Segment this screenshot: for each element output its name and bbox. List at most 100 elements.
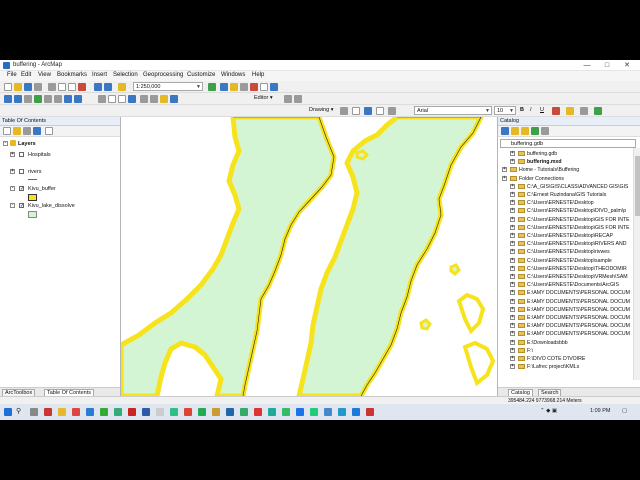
expand-toggle[interactable]: +	[510, 339, 515, 345]
app-icon[interactable]	[240, 408, 248, 416]
list-by-visibility-icon[interactable]	[23, 127, 31, 135]
edit-vertices-icon[interactable]	[388, 107, 396, 115]
bold-button[interactable]: B	[520, 107, 524, 113]
expand-toggle[interactable]: +	[510, 315, 515, 320]
notifications-icon[interactable]: ▢	[622, 408, 627, 414]
fixed-zoom-out-icon[interactable]	[54, 95, 62, 103]
app-icon[interactable]	[128, 408, 136, 416]
menu-insert[interactable]: Insert	[92, 72, 107, 78]
modelbuilder-icon[interactable]	[270, 83, 278, 91]
expand-toggle[interactable]: +	[510, 265, 515, 271]
app-icon[interactable]	[212, 408, 220, 416]
expand-toggle[interactable]: +	[510, 364, 515, 370]
font-combo[interactable]: Arial ▼	[414, 106, 492, 115]
file-explorer-icon[interactable]	[58, 408, 66, 416]
python-window-icon[interactable]	[260, 83, 268, 91]
expand-toggle[interactable]: +	[510, 282, 515, 288]
buffer-fill-symbol[interactable]	[28, 194, 37, 201]
search-window-icon[interactable]	[240, 83, 248, 91]
expand-toggle[interactable]: +	[510, 241, 515, 247]
list-by-drawing-order-icon[interactable]	[3, 127, 11, 135]
layer-rivers[interactable]: rivers	[28, 169, 41, 175]
app-icon[interactable]	[366, 408, 374, 416]
menu-file[interactable]: File	[7, 72, 17, 78]
view-icon[interactable]	[541, 127, 549, 135]
toc-window-icon[interactable]	[220, 83, 228, 91]
paste-icon[interactable]	[68, 83, 76, 91]
expand-toggle[interactable]: +	[510, 298, 515, 304]
line-color-icon[interactable]	[580, 107, 588, 115]
print-icon[interactable]	[34, 83, 42, 91]
cut-icon[interactable]	[48, 83, 56, 91]
app-icon[interactable]	[170, 408, 178, 416]
menu-customize[interactable]: Customize	[187, 72, 215, 78]
edge-icon[interactable]	[352, 408, 360, 416]
options-icon[interactable]	[45, 127, 53, 135]
expand-toggle[interactable]: +	[510, 216, 515, 222]
app-icon[interactable]	[142, 408, 150, 416]
expand-toggle[interactable]: +	[510, 347, 515, 353]
font-color-icon[interactable]	[552, 107, 560, 115]
add-data-icon[interactable]	[118, 83, 126, 91]
expand-toggle[interactable]: +	[510, 290, 515, 296]
expand-toggle[interactable]: +	[510, 224, 515, 230]
menu-view[interactable]: View	[38, 72, 51, 78]
layer-kivu-buffer[interactable]: Kivu_buffer	[28, 186, 56, 192]
expand-toggle[interactable]: +	[510, 257, 515, 263]
toggle-contents-icon[interactable]	[531, 127, 539, 135]
layers-collapse-toggle[interactable]: -	[3, 141, 8, 146]
expand-toggle[interactable]: +	[10, 169, 15, 174]
expand-toggle[interactable]: +	[502, 167, 507, 173]
open-icon[interactable]	[14, 83, 22, 91]
app-icon[interactable]	[72, 408, 80, 416]
arctoolbox-icon[interactable]	[250, 83, 258, 91]
expand-toggle[interactable]: +	[510, 306, 515, 312]
forward-extent-icon[interactable]	[74, 95, 82, 103]
expand-toggle[interactable]: +	[510, 151, 515, 156]
select-elements-icon[interactable]	[118, 95, 126, 103]
app-icon[interactable]	[310, 408, 318, 416]
rectangle-icon[interactable]	[364, 107, 372, 115]
lake-fill-symbol[interactable]	[28, 211, 37, 218]
menu-selection[interactable]: Selection	[113, 72, 138, 78]
identify-icon[interactable]	[128, 95, 136, 103]
app-icon[interactable]	[296, 408, 304, 416]
underline-button[interactable]: U	[540, 107, 544, 113]
layer-checkbox[interactable]: ✓	[19, 186, 24, 192]
task-view-icon[interactable]	[30, 408, 38, 416]
fixed-zoom-in-icon[interactable]	[44, 95, 52, 103]
map-canvas[interactable]	[121, 117, 497, 396]
scrollbar-thumb[interactable]	[635, 156, 640, 216]
expand-toggle[interactable]: +	[510, 200, 515, 206]
undo-icon[interactable]	[94, 83, 102, 91]
menu-windows[interactable]: Windows	[221, 72, 245, 78]
tray-icons[interactable]: ⌃ ◆ ▣	[540, 408, 557, 414]
menu-geoprocessing[interactable]: Geoprocessing	[143, 72, 183, 78]
app-icon[interactable]	[198, 408, 206, 416]
expand-toggle[interactable]: +	[510, 192, 515, 197]
menu-edit[interactable]: Edit	[21, 72, 31, 78]
menu-help[interactable]: Help	[252, 72, 264, 78]
layer-checkbox[interactable]: ✓	[19, 203, 24, 209]
italic-button[interactable]: I	[530, 107, 532, 113]
layer-kivu-lake-dissolve[interactable]: Kivu_lake_dissolve	[28, 203, 75, 209]
marker-color-icon[interactable]	[594, 107, 602, 115]
clear-selection-icon[interactable]	[108, 95, 116, 103]
hyperlink-icon[interactable]	[160, 95, 168, 103]
app-icon[interactable]	[254, 408, 262, 416]
back-extent-icon[interactable]	[64, 95, 72, 103]
save-icon[interactable]	[24, 83, 32, 91]
clock[interactable]: 1:09 PM	[590, 408, 610, 414]
start-icon[interactable]	[4, 408, 12, 416]
find-icon[interactable]	[140, 95, 148, 103]
expand-toggle[interactable]: +	[10, 152, 15, 157]
scale-combo[interactable]: 1:250,000 ▼	[133, 82, 203, 91]
new-icon[interactable]	[4, 83, 12, 91]
editor-toolbar-icon[interactable]	[208, 83, 216, 91]
fill-color-icon[interactable]	[566, 107, 574, 115]
editor-menu[interactable]: Editor ▾	[254, 95, 273, 101]
expand-toggle[interactable]: +	[510, 274, 515, 279]
app-icon[interactable]	[156, 408, 164, 416]
expand-toggle[interactable]: +	[510, 331, 515, 337]
redo-icon[interactable]	[104, 83, 112, 91]
